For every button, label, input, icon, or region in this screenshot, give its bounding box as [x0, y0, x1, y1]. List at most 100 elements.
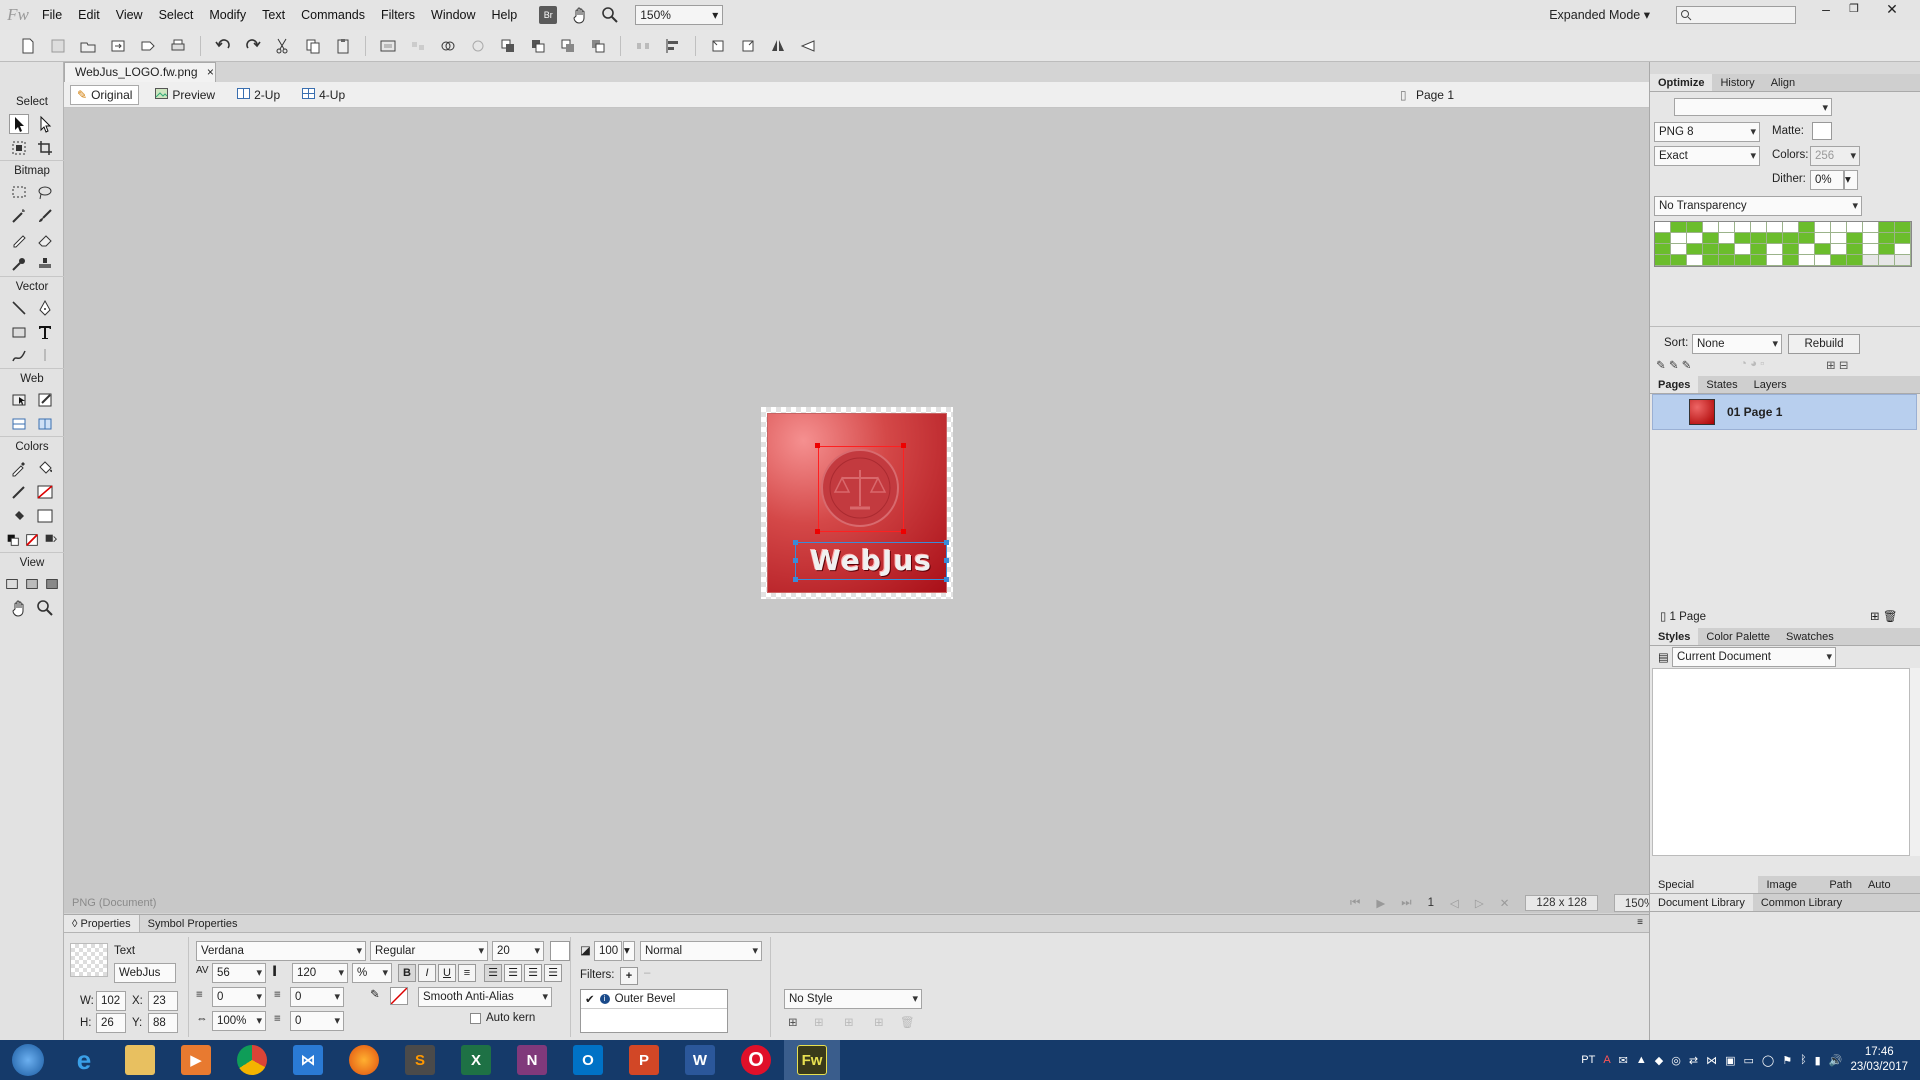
- space-before-input[interactable]: 0: [290, 987, 344, 1007]
- pen-tool-icon[interactable]: [35, 298, 55, 318]
- color-table-cell[interactable]: [1783, 244, 1799, 255]
- color-table-cell[interactable]: [1671, 222, 1687, 233]
- close-button[interactable]: ✕: [1878, 0, 1906, 18]
- text-tool-icon[interactable]: [35, 322, 55, 342]
- tab-color-palette[interactable]: Color Palette: [1698, 628, 1778, 645]
- indent-input[interactable]: 0: [212, 987, 266, 1007]
- italic-button[interactable]: I: [418, 964, 436, 982]
- horizontal-scale-input[interactable]: 100%: [212, 1011, 266, 1031]
- color-table-cell[interactable]: [1767, 222, 1783, 233]
- no-color-icon[interactable]: [24, 530, 40, 550]
- stroke-swatch[interactable]: [390, 987, 408, 1005]
- selection-handle[interactable]: [793, 558, 798, 563]
- prev-frame-icon[interactable]: ◁: [1450, 896, 1459, 910]
- color-table-cell[interactable]: [1703, 244, 1719, 255]
- selection-handle[interactable]: [944, 558, 949, 563]
- taskbar-powerpoint[interactable]: P: [616, 1040, 672, 1080]
- export-icon[interactable]: [136, 34, 160, 58]
- tab-auto-shapes[interactable]: Auto Sha: [1860, 876, 1920, 909]
- width-input[interactable]: 102: [96, 991, 126, 1011]
- color-table-cell[interactable]: [1895, 233, 1911, 244]
- hand-tool-icon[interactable]: [571, 6, 589, 24]
- color-table-cell[interactable]: [1687, 244, 1703, 255]
- text-direction-icon[interactable]: ≡: [458, 964, 476, 982]
- paint-bucket-tool-icon[interactable]: [35, 458, 55, 478]
- group-icon[interactable]: [376, 34, 400, 58]
- selection-handle[interactable]: [793, 577, 798, 582]
- color-table-cell[interactable]: [1719, 255, 1735, 266]
- document-tab[interactable]: WebJus_LOGO.fw.png ×: [64, 62, 216, 82]
- color-table-cell[interactable]: [1815, 233, 1831, 244]
- new-file-icon[interactable]: [16, 34, 40, 58]
- auto-kern-checkbox[interactable]: [470, 1013, 481, 1024]
- object-name-input[interactable]: WebJus: [114, 963, 176, 983]
- color-table-cell[interactable]: [1783, 233, 1799, 244]
- send-backward-icon[interactable]: [556, 34, 580, 58]
- tab-2-up[interactable]: 2-Up: [231, 85, 286, 105]
- info-icon[interactable]: i: [599, 994, 610, 1004]
- taskbar-onenote[interactable]: N: [504, 1040, 560, 1080]
- dither-input[interactable]: 0%: [1810, 170, 1844, 190]
- lasso-tool-icon[interactable]: [35, 182, 55, 202]
- next-frame-icon[interactable]: ▷: [1475, 896, 1484, 910]
- selection-handle[interactable]: [901, 443, 906, 448]
- color-table-cell[interactable]: [1687, 255, 1703, 266]
- taskbar-excel[interactable]: X: [448, 1040, 504, 1080]
- space-after-input[interactable]: 0: [290, 1011, 344, 1031]
- height-input[interactable]: 26: [96, 1013, 126, 1033]
- remove-filter-icon[interactable]: –: [644, 967, 650, 979]
- line-tool-icon[interactable]: [9, 298, 29, 318]
- document-canvas[interactable]: WebJus: [761, 407, 953, 599]
- color-table-cell[interactable]: [1735, 222, 1751, 233]
- saved-settings-select[interactable]: [1674, 98, 1832, 117]
- color-lock-icons[interactable]: ◔ ◕ ▫: [1740, 358, 1764, 370]
- pointer-tool-icon[interactable]: [8, 114, 29, 134]
- bring-forward-icon[interactable]: [526, 34, 550, 58]
- security-tray-icon[interactable]: ▣: [1725, 1054, 1735, 1067]
- color-table-cell[interactable]: [1703, 222, 1719, 233]
- taskbar-chrome[interactable]: [224, 1040, 280, 1080]
- menu-edit[interactable]: Edit: [70, 0, 108, 30]
- taskbar-ie[interactable]: e: [56, 1040, 112, 1080]
- subselect-tool-icon[interactable]: [35, 114, 55, 134]
- close-tab-icon[interactable]: ×: [207, 65, 214, 79]
- hand-tool-icon[interactable]: [9, 598, 29, 618]
- color-table-cell[interactable]: [1831, 222, 1847, 233]
- blur-tool-icon[interactable]: [9, 254, 29, 274]
- color-table-cell[interactable]: [1751, 244, 1767, 255]
- restore-button[interactable]: ❐: [1840, 0, 1868, 18]
- color-table-cell[interactable]: [1655, 222, 1671, 233]
- leading-unit-select[interactable]: %: [352, 963, 392, 983]
- menu-commands[interactable]: Commands: [293, 0, 373, 30]
- filter-item[interactable]: ✔ i Outer Bevel: [581, 990, 727, 1009]
- export-format-select[interactable]: PNG 8: [1654, 122, 1760, 142]
- tab-history[interactable]: History: [1712, 74, 1762, 91]
- first-page-icon[interactable]: ⏮: [1350, 897, 1360, 910]
- slice-tool-icon[interactable]: [35, 390, 55, 410]
- colors-select[interactable]: 256: [1810, 146, 1860, 166]
- knife-tool-icon[interactable]: [35, 346, 55, 366]
- justify-icon[interactable]: ☰: [544, 964, 562, 982]
- new-style-icon[interactable]: ⊞: [788, 1015, 798, 1029]
- menu-filters[interactable]: Filters: [373, 0, 423, 30]
- swap-colors-icon[interactable]: [43, 530, 59, 550]
- color-table-cell[interactable]: [1671, 233, 1687, 244]
- font-size-input[interactable]: 20: [492, 941, 544, 961]
- selection-handle[interactable]: [793, 540, 798, 545]
- color-table-cell[interactable]: [1799, 222, 1815, 233]
- menu-text[interactable]: Text: [254, 0, 293, 30]
- color-table-cell[interactable]: [1767, 255, 1783, 266]
- color-table-cell[interactable]: [1703, 233, 1719, 244]
- color-table-cell[interactable]: [1703, 255, 1719, 266]
- color-table-cell[interactable]: [1719, 222, 1735, 233]
- network-tray-icon[interactable]: ✉: [1619, 1054, 1628, 1067]
- tab-special-characters[interactable]: Special Characters: [1650, 876, 1759, 909]
- stroke-color-icon[interactable]: [9, 482, 29, 502]
- volume-icon[interactable]: 🔊: [1829, 1054, 1843, 1067]
- zoom-tool-icon[interactable]: [601, 6, 619, 24]
- color-table-cell[interactable]: [1735, 255, 1751, 266]
- print-icon[interactable]: [166, 34, 190, 58]
- tab-swatches[interactable]: Swatches: [1778, 628, 1842, 645]
- font-family-select[interactable]: Verdana: [196, 941, 366, 961]
- color-table-cell[interactable]: [1751, 233, 1767, 244]
